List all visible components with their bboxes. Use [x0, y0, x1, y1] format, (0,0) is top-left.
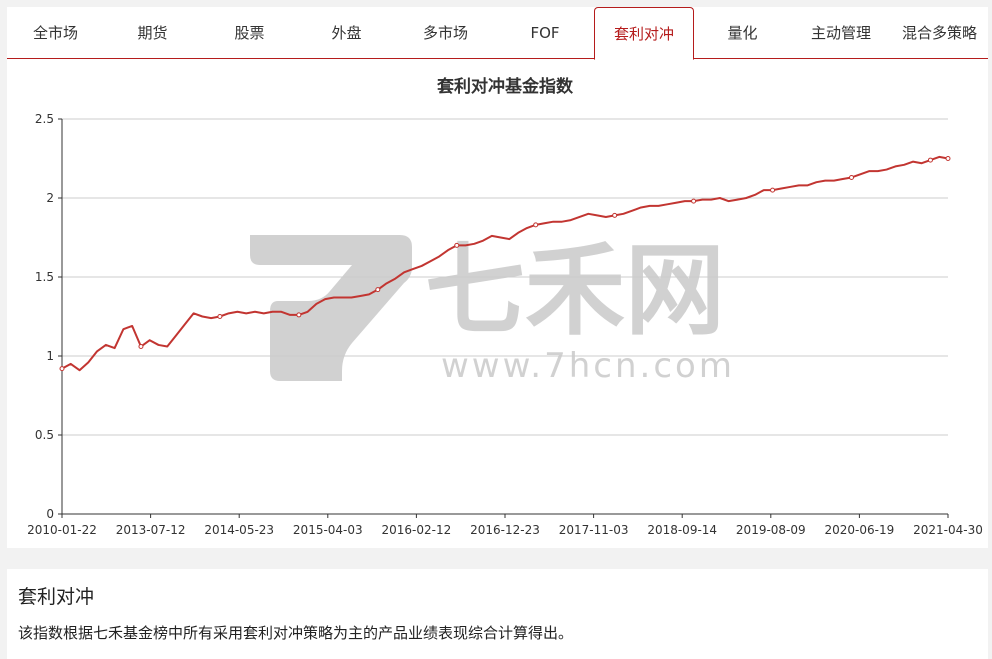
x-tick-label: 2020-06-19 [825, 523, 895, 537]
data-point [59, 366, 65, 372]
data-point [217, 314, 223, 319]
watermark-logo: 七禾网www.7hcn.com [250, 232, 735, 386]
watermark-brand: 七禾网 [425, 232, 725, 349]
y-tick-label: 0 [46, 507, 54, 521]
data-point [375, 287, 381, 293]
x-tick-label: 2015-04-03 [293, 523, 363, 537]
x-tick-label: 2018-09-14 [647, 523, 717, 537]
data-point [849, 174, 855, 180]
data-point [454, 242, 460, 248]
x-tick-label: 2021-04-30 [913, 523, 983, 537]
chart-panel: 全市场 期货 股票 外盘 多市场 FOF 套利对冲 量化 主动管理 混合多策略 七禾网 www.7h… [7, 7, 988, 548]
y-tick-label: 2 [46, 191, 54, 205]
info-title: 套利对冲 [18, 586, 95, 608]
y-tick-label: 0.5 [35, 428, 54, 442]
index-line-chart: 七禾网www.7hcn.com 套利对冲基金指数 0 0.5 1 1.5 2 2.5 2010-… [27, 76, 983, 537]
x-tick-label: 2010-01-22 [27, 523, 97, 537]
data-point [927, 157, 933, 163]
info-panel: 套利对冲 该指数根据七禾基金榜中所有采用套利对冲策略为主的产品业绩表现综合计算得… [7, 569, 988, 659]
y-tick-label: 1 [46, 349, 54, 363]
data-point [691, 198, 697, 204]
data-point [945, 156, 951, 161]
x-tick-label: 2013-07-12 [116, 523, 186, 537]
x-tick-label: 2014-05-23 [204, 523, 274, 537]
x-tick-label: 2016-12-23 [470, 523, 540, 537]
data-point [296, 312, 302, 318]
watermark-seven-shape [250, 235, 412, 381]
x-tick-label: 2016-02-12 [382, 523, 452, 537]
chart-area: 七禾网 www.7hcn.com 套利对冲基金指数 0 0.5 1 1.5 2 2.5 2010-… [7, 7, 988, 548]
y-tick-label: 2.5 [35, 112, 54, 126]
x-tick-label: 2019-08-09 [736, 523, 806, 537]
info-description: 该指数根据七禾基金榜中所有采用套利对冲策略为主的产品业绩表现综合计算得出。 [18, 624, 574, 642]
data-point [612, 212, 618, 218]
watermark-url: www.7hcn.com [441, 346, 735, 386]
chart-title: 套利对冲基金指数 [436, 76, 574, 97]
x-tick-label: 2017-11-03 [559, 523, 629, 537]
data-point [533, 222, 539, 228]
data-point [770, 187, 776, 193]
y-tick-label: 1.5 [35, 270, 54, 284]
data-point [138, 344, 144, 350]
